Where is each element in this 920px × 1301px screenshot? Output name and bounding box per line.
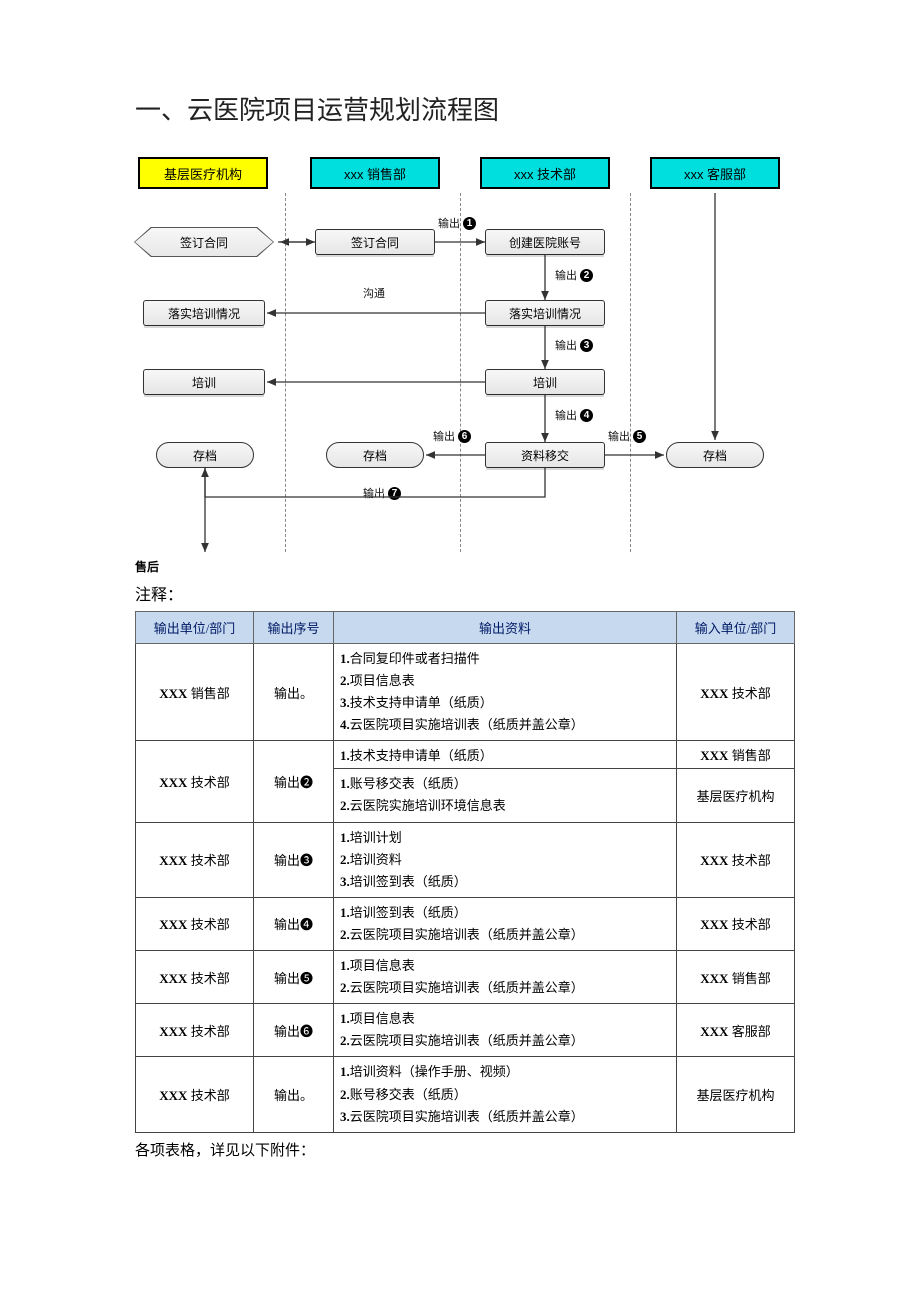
th-in-dept: 输入单位/部门 [677, 612, 795, 644]
output-label-5: 输出5 [608, 428, 646, 444]
cell-out-dept: XXX 技术部 [136, 951, 254, 1004]
cell-seq: 输出❷ [254, 741, 334, 822]
cell-in-dept: 基层医疗机构 [677, 769, 795, 822]
cell-materials: 1.项目信息表 2.云医院项目实施培训表（纸质并盖公章） [334, 1004, 677, 1057]
cell-materials: 1.培训资料（操作手册、视频） 2.账号移交表（纸质） 3.云医院项目实施培训表… [334, 1057, 677, 1132]
node-training-org: 培训 [143, 369, 265, 395]
cell-materials: 1.技术支持申请单（纸质） [334, 741, 677, 769]
cell-in-dept: XXX 技术部 [677, 644, 795, 741]
page-title: 一、云医院项目运营规划流程图 [135, 90, 785, 127]
cell-in-dept: XXX 技术部 [677, 897, 795, 950]
node-train-status-tech: 落实培训情况 [485, 300, 605, 326]
node-archive-sales: 存档 [326, 442, 424, 468]
th-out-dept: 输出单位/部门 [136, 612, 254, 644]
cell-materials: 1.合同复印件或者扫描件 2.项目信息表 3.技术支持申请单（纸质） 4.云医院… [334, 644, 677, 741]
cell-out-dept: XXX 技术部 [136, 1004, 254, 1057]
node-train-status-org: 落实培训情况 [143, 300, 265, 326]
cell-seq: 输出❻ [254, 1004, 334, 1057]
cell-seq: 输出❸ [254, 822, 334, 897]
th-materials: 输出资料 [334, 612, 677, 644]
node-sign-contract-org: 签订合同 [130, 227, 278, 257]
node-archive-service: 存档 [666, 442, 764, 468]
output-label-2: 输出2 [555, 267, 593, 283]
cell-materials: 1.培训签到表（纸质） 2.云医院项目实施培训表（纸质并盖公章） [334, 897, 677, 950]
communicate-label: 沟通 [363, 285, 385, 301]
output-label-7: 输出7 [363, 485, 401, 501]
cell-out-dept: XXX 技术部 [136, 897, 254, 950]
cell-seq: 输出。 [254, 1057, 334, 1132]
cell-materials: 1.培训计划 2.培训资料 3.培训签到表（纸质） [334, 822, 677, 897]
output-label-1: 输出1 [438, 215, 476, 231]
cell-seq: 输出❺ [254, 951, 334, 1004]
cell-materials: 1.项目信息表 2.云医院项目实施培训表（纸质并盖公章） [334, 951, 677, 1004]
flow-diagram: 基层医疗机构 xxx 销售部 xxx 技术部 xxx 客服部 签订合同 签订合同… [130, 157, 790, 552]
cell-in-dept: XXX 销售部 [677, 951, 795, 1004]
cell-in-dept: XXX 技术部 [677, 822, 795, 897]
cell-out-dept: XXX 技术部 [136, 1057, 254, 1132]
th-seq: 输出序号 [254, 612, 334, 644]
output-label-6: 输出6 [433, 428, 471, 444]
lane-divider [285, 193, 286, 552]
cell-seq: 输出。 [254, 644, 334, 741]
lane-header-1: 基层医疗机构 [138, 157, 268, 189]
output-table: 输出单位/部门 输出序号 输出资料 输入单位/部门 XXX XXX 销售部销售部… [135, 611, 795, 1133]
node-training-tech: 培训 [485, 369, 605, 395]
cell-seq: 输出❹ [254, 897, 334, 950]
node-create-account: 创建医院账号 [485, 229, 605, 255]
cell-materials: 1.账号移交表（纸质） 2.云医院实施培训环境信息表 [334, 769, 677, 822]
lane-divider [630, 193, 631, 552]
lane-divider [460, 193, 461, 552]
cell-in-dept: XXX 客服部 [677, 1004, 795, 1057]
cell-out-dept: XXX 技术部 [136, 741, 254, 822]
lane-header-3: xxx 技术部 [480, 157, 610, 189]
footnote: 各项表格，详见以下附件： [135, 1139, 785, 1160]
cell-out-dept: XXX XXX 销售部销售部 [136, 644, 254, 741]
cell-in-dept: 基层医疗机构 [677, 1057, 795, 1132]
node-archive-org: 存档 [156, 442, 254, 468]
output-label-3: 输出3 [555, 337, 593, 353]
cell-out-dept: XXX 技术部 [136, 822, 254, 897]
output-label-4: 输出4 [555, 407, 593, 423]
node-sign-contract-sales: 签订合同 [315, 229, 435, 255]
node-label: 签订合同 [180, 234, 228, 251]
lane-header-4: xxx 客服部 [650, 157, 780, 189]
aftersale-label: 售后 [135, 558, 785, 575]
notes-title: 注释： [135, 581, 785, 605]
node-handover: 资料移交 [485, 442, 605, 468]
cell-in-dept: XXX 销售部 [677, 741, 795, 769]
lane-header-2: xxx 销售部 [310, 157, 440, 189]
